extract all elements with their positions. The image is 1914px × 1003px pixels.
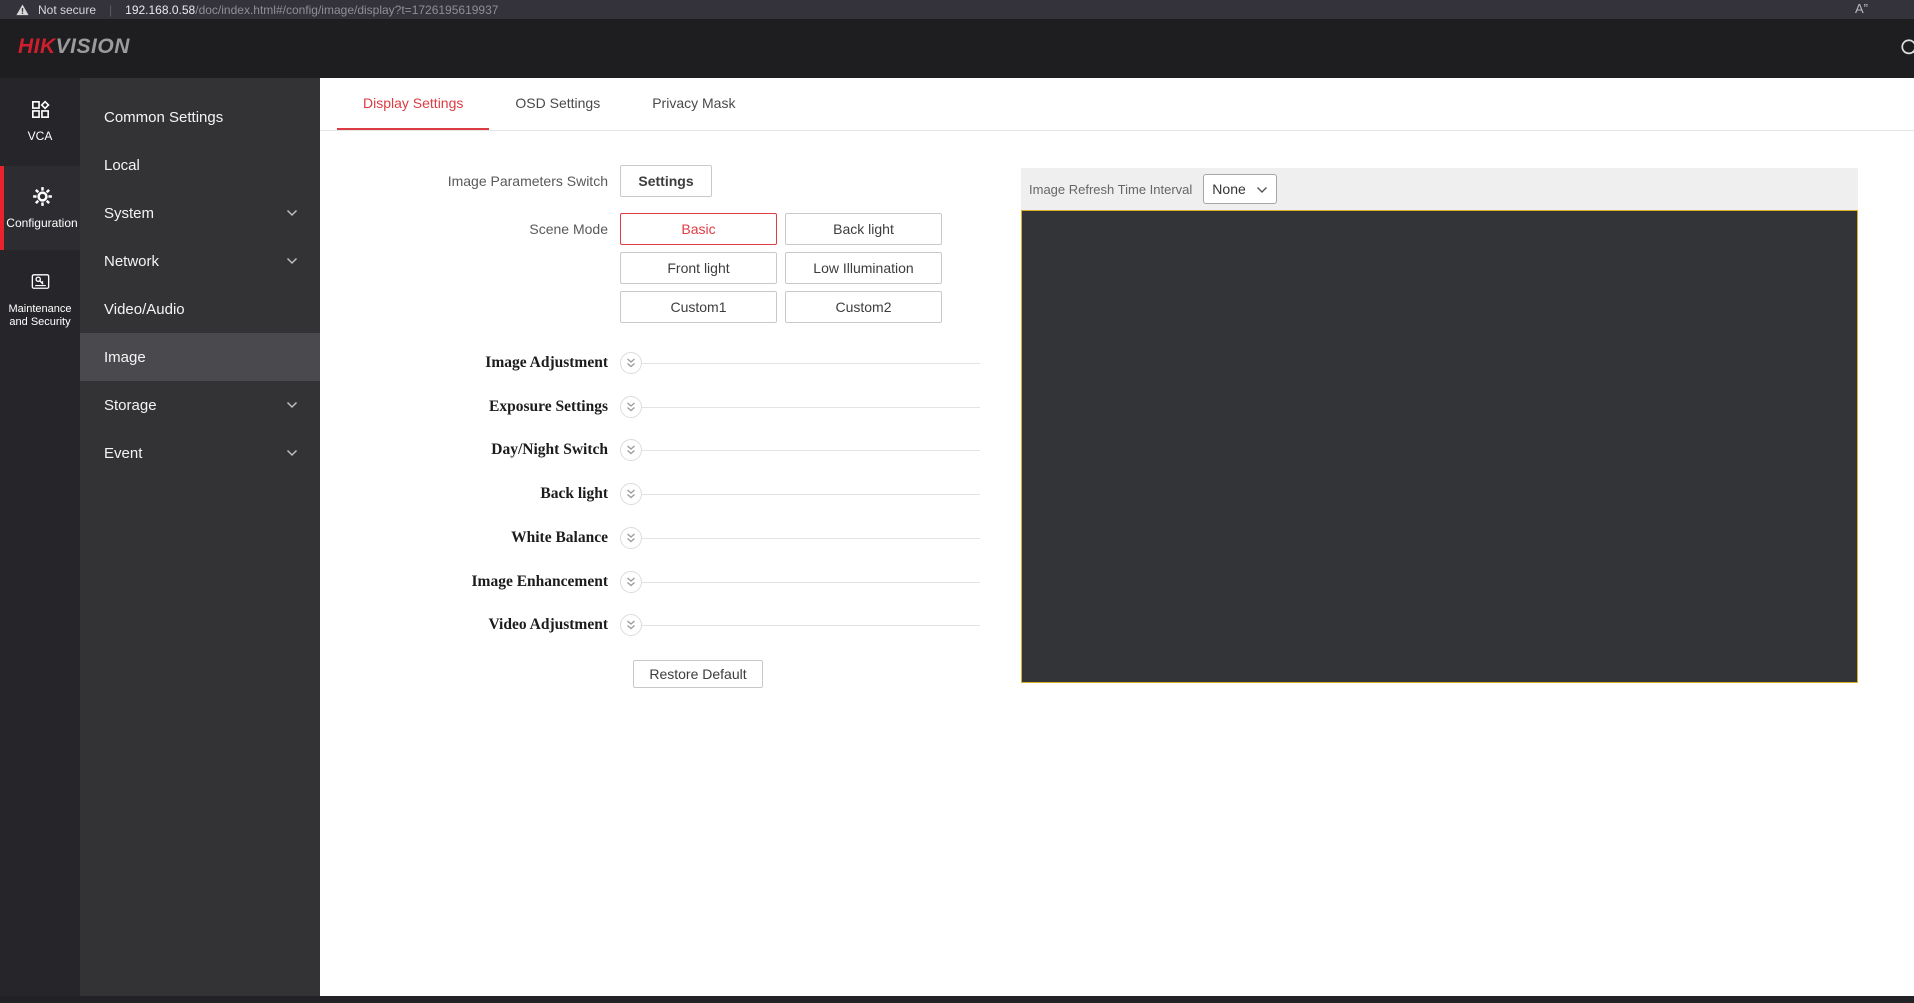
- section-title: Back light: [320, 485, 608, 503]
- sidebar-item-image[interactable]: Image: [80, 333, 320, 381]
- section-divider: [642, 363, 980, 364]
- chevron-down-icon: [286, 209, 298, 217]
- url-host: 192.168.0.58: [125, 3, 195, 17]
- tab-osd-settings[interactable]: OSD Settings: [489, 78, 626, 130]
- sidebar-item-label: Local: [104, 157, 140, 174]
- section-title: Video Adjustment: [320, 616, 608, 634]
- maintenance-key-icon: [29, 271, 52, 299]
- browser-address-bar: Not secure | 192.168.0.58/doc/index.html…: [0, 0, 1914, 19]
- vca-grid-icon: [29, 98, 52, 126]
- rail-item-vca[interactable]: VCA: [0, 90, 80, 152]
- image-parameters-switch-row: Image Parameters Switch Settings: [320, 165, 712, 197]
- section-divider: [642, 538, 980, 539]
- section-video-adjustment: Video Adjustment: [320, 613, 980, 637]
- rail-item-maintenance-security[interactable]: Maintenance and Security: [0, 258, 80, 342]
- bottom-strip: [0, 996, 1914, 1003]
- section-exposure-settings: Exposure Settings: [320, 395, 980, 419]
- config-sidebar: Common Settings Local System Network Vid…: [80, 78, 320, 996]
- expand-double-chevron-icon[interactable]: [620, 396, 642, 418]
- url-text[interactable]: 192.168.0.58/doc/index.html#/config/imag…: [125, 3, 498, 17]
- sidebar-item-video-audio[interactable]: Video/Audio: [80, 285, 320, 333]
- tab-display-settings[interactable]: Display Settings: [337, 78, 489, 130]
- scene-button-custom1[interactable]: Custom1: [620, 291, 777, 323]
- not-secure-label[interactable]: Not secure: [38, 3, 96, 17]
- sidebar-item-common-settings[interactable]: Common Settings: [80, 93, 320, 141]
- section-title: White Balance: [320, 529, 608, 547]
- rail-item-label: VCA: [28, 130, 53, 144]
- section-divider: [642, 450, 980, 451]
- app-header: HIKVISION: [0, 19, 1914, 78]
- hikvision-logo: HIKVISION: [18, 35, 130, 59]
- expand-double-chevron-icon[interactable]: [620, 527, 642, 549]
- sidebar-item-label: Network: [104, 253, 159, 270]
- rail-item-configuration[interactable]: Configuration: [0, 166, 80, 250]
- section-divider: [642, 407, 980, 408]
- section-divider: [642, 494, 980, 495]
- scene-button-basic[interactable]: Basic: [620, 213, 777, 245]
- refresh-interval-bar: Image Refresh Time Interval None: [1021, 168, 1858, 210]
- sidebar-item-storage[interactable]: Storage: [80, 381, 320, 429]
- rail-item-label: Maintenance and Security: [3, 303, 77, 328]
- sidebar-item-local[interactable]: Local: [80, 141, 320, 189]
- camera-preview-area[interactable]: [1021, 210, 1858, 683]
- warning-icon[interactable]: [16, 4, 29, 16]
- section-divider: [642, 582, 980, 583]
- sidebar-item-label: System: [104, 205, 154, 222]
- scene-button-custom2[interactable]: Custom2: [785, 291, 942, 323]
- sidebar-item-label: Image: [104, 349, 146, 366]
- preview-panel: Image Refresh Time Interval None: [1021, 168, 1858, 683]
- section-white-balance: White Balance: [320, 526, 980, 550]
- sidebar-item-label: Common Settings: [104, 109, 223, 126]
- image-parameters-switch-label: Image Parameters Switch: [320, 173, 608, 189]
- section-divider: [642, 625, 980, 626]
- sidebar-item-event[interactable]: Event: [80, 429, 320, 477]
- refresh-interval-select[interactable]: None: [1203, 174, 1277, 204]
- section-image-enhancement: Image Enhancement: [320, 570, 980, 594]
- sidebar-item-label: Event: [104, 445, 142, 462]
- section-title: Exposure Settings: [320, 398, 608, 416]
- logo-hik: HIK: [18, 35, 56, 58]
- expand-double-chevron-icon[interactable]: [620, 483, 642, 505]
- tab-privacy-mask[interactable]: Privacy Mask: [626, 78, 761, 130]
- read-aloud-icon[interactable]: A”: [1855, 1, 1868, 16]
- logo-vision: VISION: [56, 35, 130, 58]
- sidebar-item-label: Storage: [104, 397, 157, 414]
- section-title: Day/Night Switch: [320, 441, 608, 459]
- refresh-interval-value: None: [1212, 181, 1245, 197]
- expand-double-chevron-icon[interactable]: [620, 352, 642, 374]
- url-divider: |: [109, 3, 112, 17]
- section-title: Image Enhancement: [320, 573, 608, 591]
- module-rail: VCA Configuration: [0, 78, 80, 996]
- section-image-adjustment: Image Adjustment: [320, 351, 980, 375]
- scene-mode-grid: Basic Back light Front light Low Illumin…: [620, 213, 942, 323]
- main-content: Display Settings OSD Settings Privacy Ma…: [320, 78, 1914, 996]
- sidebar-item-system[interactable]: System: [80, 189, 320, 237]
- scene-button-front-light[interactable]: Front light: [620, 252, 777, 284]
- section-title: Image Adjustment: [320, 354, 608, 372]
- sidebar-item-label: Video/Audio: [104, 301, 185, 318]
- restore-default-button[interactable]: Restore Default: [633, 660, 763, 688]
- settings-button[interactable]: Settings: [620, 165, 712, 197]
- expand-double-chevron-icon[interactable]: [620, 439, 642, 461]
- refresh-interval-label: Image Refresh Time Interval: [1029, 182, 1192, 197]
- section-back-light: Back light: [320, 482, 980, 506]
- chevron-down-icon: [1256, 181, 1268, 197]
- scene-mode-label: Scene Mode: [320, 221, 608, 323]
- section-day-night-switch: Day/Night Switch: [320, 438, 980, 462]
- url-path: /doc/index.html#/config/image/display?t=…: [195, 3, 498, 17]
- chevron-down-icon: [286, 449, 298, 457]
- scene-mode-row: Scene Mode Basic Back light Front light …: [320, 213, 942, 323]
- expand-double-chevron-icon[interactable]: [620, 571, 642, 593]
- expand-double-chevron-icon[interactable]: [620, 614, 642, 636]
- search-icon[interactable]: [1899, 37, 1914, 66]
- sidebar-item-network[interactable]: Network: [80, 237, 320, 285]
- chevron-down-icon: [286, 257, 298, 265]
- scene-button-back-light[interactable]: Back light: [785, 213, 942, 245]
- tab-bar: Display Settings OSD Settings Privacy Ma…: [320, 78, 1914, 131]
- chevron-down-icon: [286, 401, 298, 409]
- gear-icon: [31, 185, 54, 213]
- scene-button-low-illumination[interactable]: Low Illumination: [785, 252, 942, 284]
- rail-item-label: Configuration: [6, 217, 77, 231]
